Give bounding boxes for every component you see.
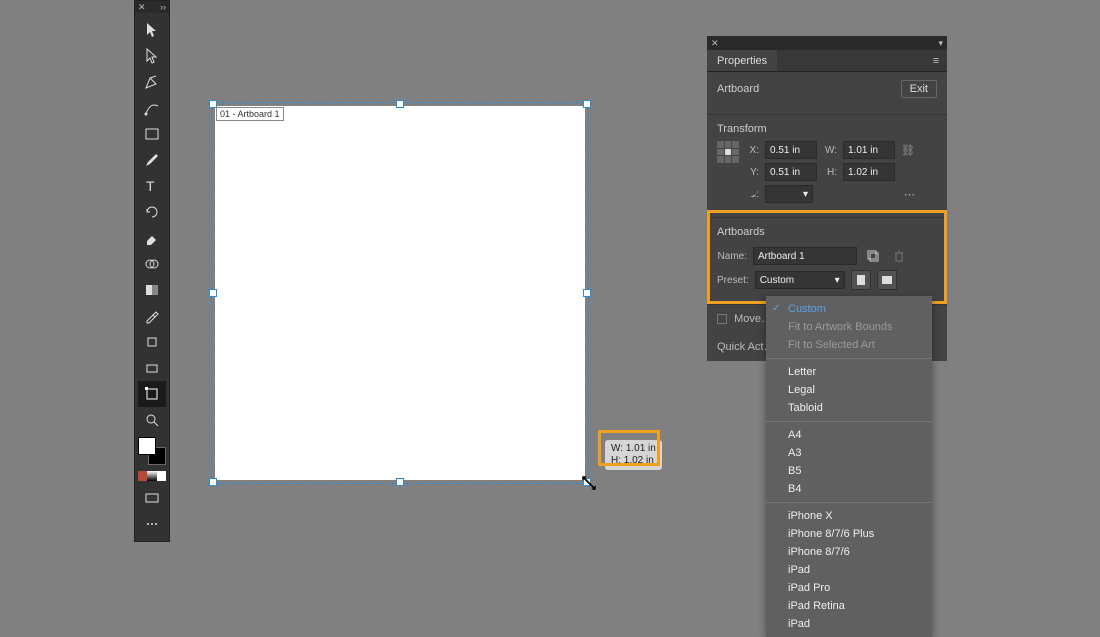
preset-value: Custom [760,275,794,286]
w-input[interactable] [843,141,895,159]
preset-select[interactable]: Custom▾ [755,271,845,289]
selection-section: Artboard Exit [707,72,947,115]
preset-option[interactable]: B4 [766,480,932,498]
pan-tool-2[interactable] [138,355,166,381]
color-mode-none[interactable] [157,471,166,481]
selection-border [211,102,589,484]
transform-section: Transform X: W: ⛓︎ Y: H: [707,115,947,218]
tab-properties[interactable]: Properties [707,50,777,71]
angle-label: ⦟: [747,189,759,200]
orientation-landscape-button[interactable] [877,270,897,290]
panel-flyout-menu-icon[interactable]: ≡ [925,50,947,71]
artboard-canvas[interactable] [215,106,585,480]
dropdown-separator [766,421,932,422]
preset-option[interactable]: Tabloid [766,399,932,417]
fill-stroke-swatches[interactable] [138,437,166,465]
rotate-tool[interactable] [138,199,166,225]
link-wh-icon[interactable]: ⛓︎ [901,144,915,157]
eyedropper-tool[interactable] [138,303,166,329]
selection-type-label: Artboard [717,83,759,95]
curvature-tool[interactable] [138,95,166,121]
preset-option[interactable]: iPhone 8/7/6 Plus [766,525,932,543]
panel-tabs: Properties ≡ [707,50,947,72]
preset-option[interactable]: Legal [766,381,932,399]
preset-option[interactable]: iPad Retina [766,597,932,615]
preset-option-fit-selected: Fit to Selected Art [766,336,932,354]
dropdown-separator [766,502,932,503]
svg-text:T: T [146,178,155,194]
pan-tool-1[interactable] [138,329,166,355]
x-input[interactable] [765,141,817,159]
tools-panel-header[interactable]: ✕ ›› [135,1,169,13]
preset-option[interactable]: iPad [766,561,932,579]
artboard-name-input[interactable] [753,247,857,265]
gradient-tool[interactable] [138,277,166,303]
shape-builder-tool[interactable] [138,251,166,277]
handle-w[interactable] [209,289,217,297]
close-icon[interactable]: ✕ [138,2,146,13]
color-mode-gradient[interactable] [147,471,156,481]
close-icon[interactable]: ✕ [711,38,719,49]
collapse-icon[interactable]: ▾ [938,38,943,49]
dimension-tooltip: W: 1.01 in H: 1.02 in [605,440,662,470]
rectangle-tool[interactable] [138,121,166,147]
exit-button[interactable]: Exit [901,80,937,98]
preset-option[interactable]: A3 [766,444,932,462]
preset-option[interactable]: Letter [766,363,932,381]
orientation-portrait-button[interactable] [851,270,871,290]
handle-n[interactable] [396,100,404,108]
dropdown-separator [766,358,932,359]
pen-tool[interactable] [138,69,166,95]
preset-option[interactable]: iPhone 8/7/6 [766,543,932,561]
handle-sw[interactable] [209,478,217,486]
preset-dropdown[interactable]: ✓ Custom Fit to Artwork Bounds Fit to Se… [766,296,932,637]
artboards-title: Artboards [717,226,937,238]
screen-mode-tool[interactable] [138,485,166,511]
preset-option[interactable]: B5 [766,462,932,480]
color-mode-normal[interactable] [138,471,147,481]
preset-option-fit-artwork: Fit to Artwork Bounds [766,318,932,336]
handle-ne[interactable] [583,100,591,108]
preset-label: Preset: [717,275,749,286]
eraser-tool[interactable] [138,225,166,251]
reference-point-selector[interactable] [717,141,739,163]
preset-option[interactable]: A4 [766,426,932,444]
artboards-section: Artboards Name: Preset: Custom▾ [707,218,947,305]
artboard-label[interactable]: 01 - Artboard 1 [216,107,284,121]
transform-title: Transform [717,123,937,135]
panel-titlebar[interactable]: ✕ ▾ [707,36,947,50]
edit-toolbar-button[interactable] [138,511,166,537]
type-tool[interactable]: T [138,173,166,199]
x-label: X: [747,145,759,156]
preset-option[interactable]: iPhone X [766,507,932,525]
selection-tool[interactable] [138,17,166,43]
y-input[interactable] [765,163,817,181]
handle-e[interactable] [583,289,591,297]
delete-artboard-icon[interactable] [889,246,909,266]
zoom-tool[interactable] [138,407,166,433]
tools-panel: ✕ ›› T [134,0,170,542]
name-label: Name: [717,251,747,262]
resize-cursor-icon [580,474,598,492]
w-label: W: [823,145,837,156]
tooltip-width: W: 1.01 in [611,443,656,455]
angle-select[interactable]: ▾ [765,185,813,203]
paintbrush-tool[interactable] [138,147,166,173]
artboard-tool[interactable] [138,381,166,407]
fill-swatch[interactable] [138,437,156,455]
more-options-icon[interactable]: ⋯ [904,188,915,201]
direct-selection-tool[interactable] [138,43,166,69]
new-artboard-icon[interactable] [863,246,883,266]
checkmark-icon: ✓ [772,303,780,314]
expand-icon[interactable]: ›› [160,2,166,12]
y-label: Y: [747,167,759,178]
h-label: H: [823,167,837,178]
handle-s[interactable] [396,478,404,486]
preset-option[interactable]: iPad Pro [766,579,932,597]
tooltip-height: H: 1.02 in [611,455,656,467]
preset-option-custom[interactable]: ✓ Custom [766,300,932,318]
h-input[interactable] [843,163,895,181]
color-mode-row[interactable] [138,471,166,481]
